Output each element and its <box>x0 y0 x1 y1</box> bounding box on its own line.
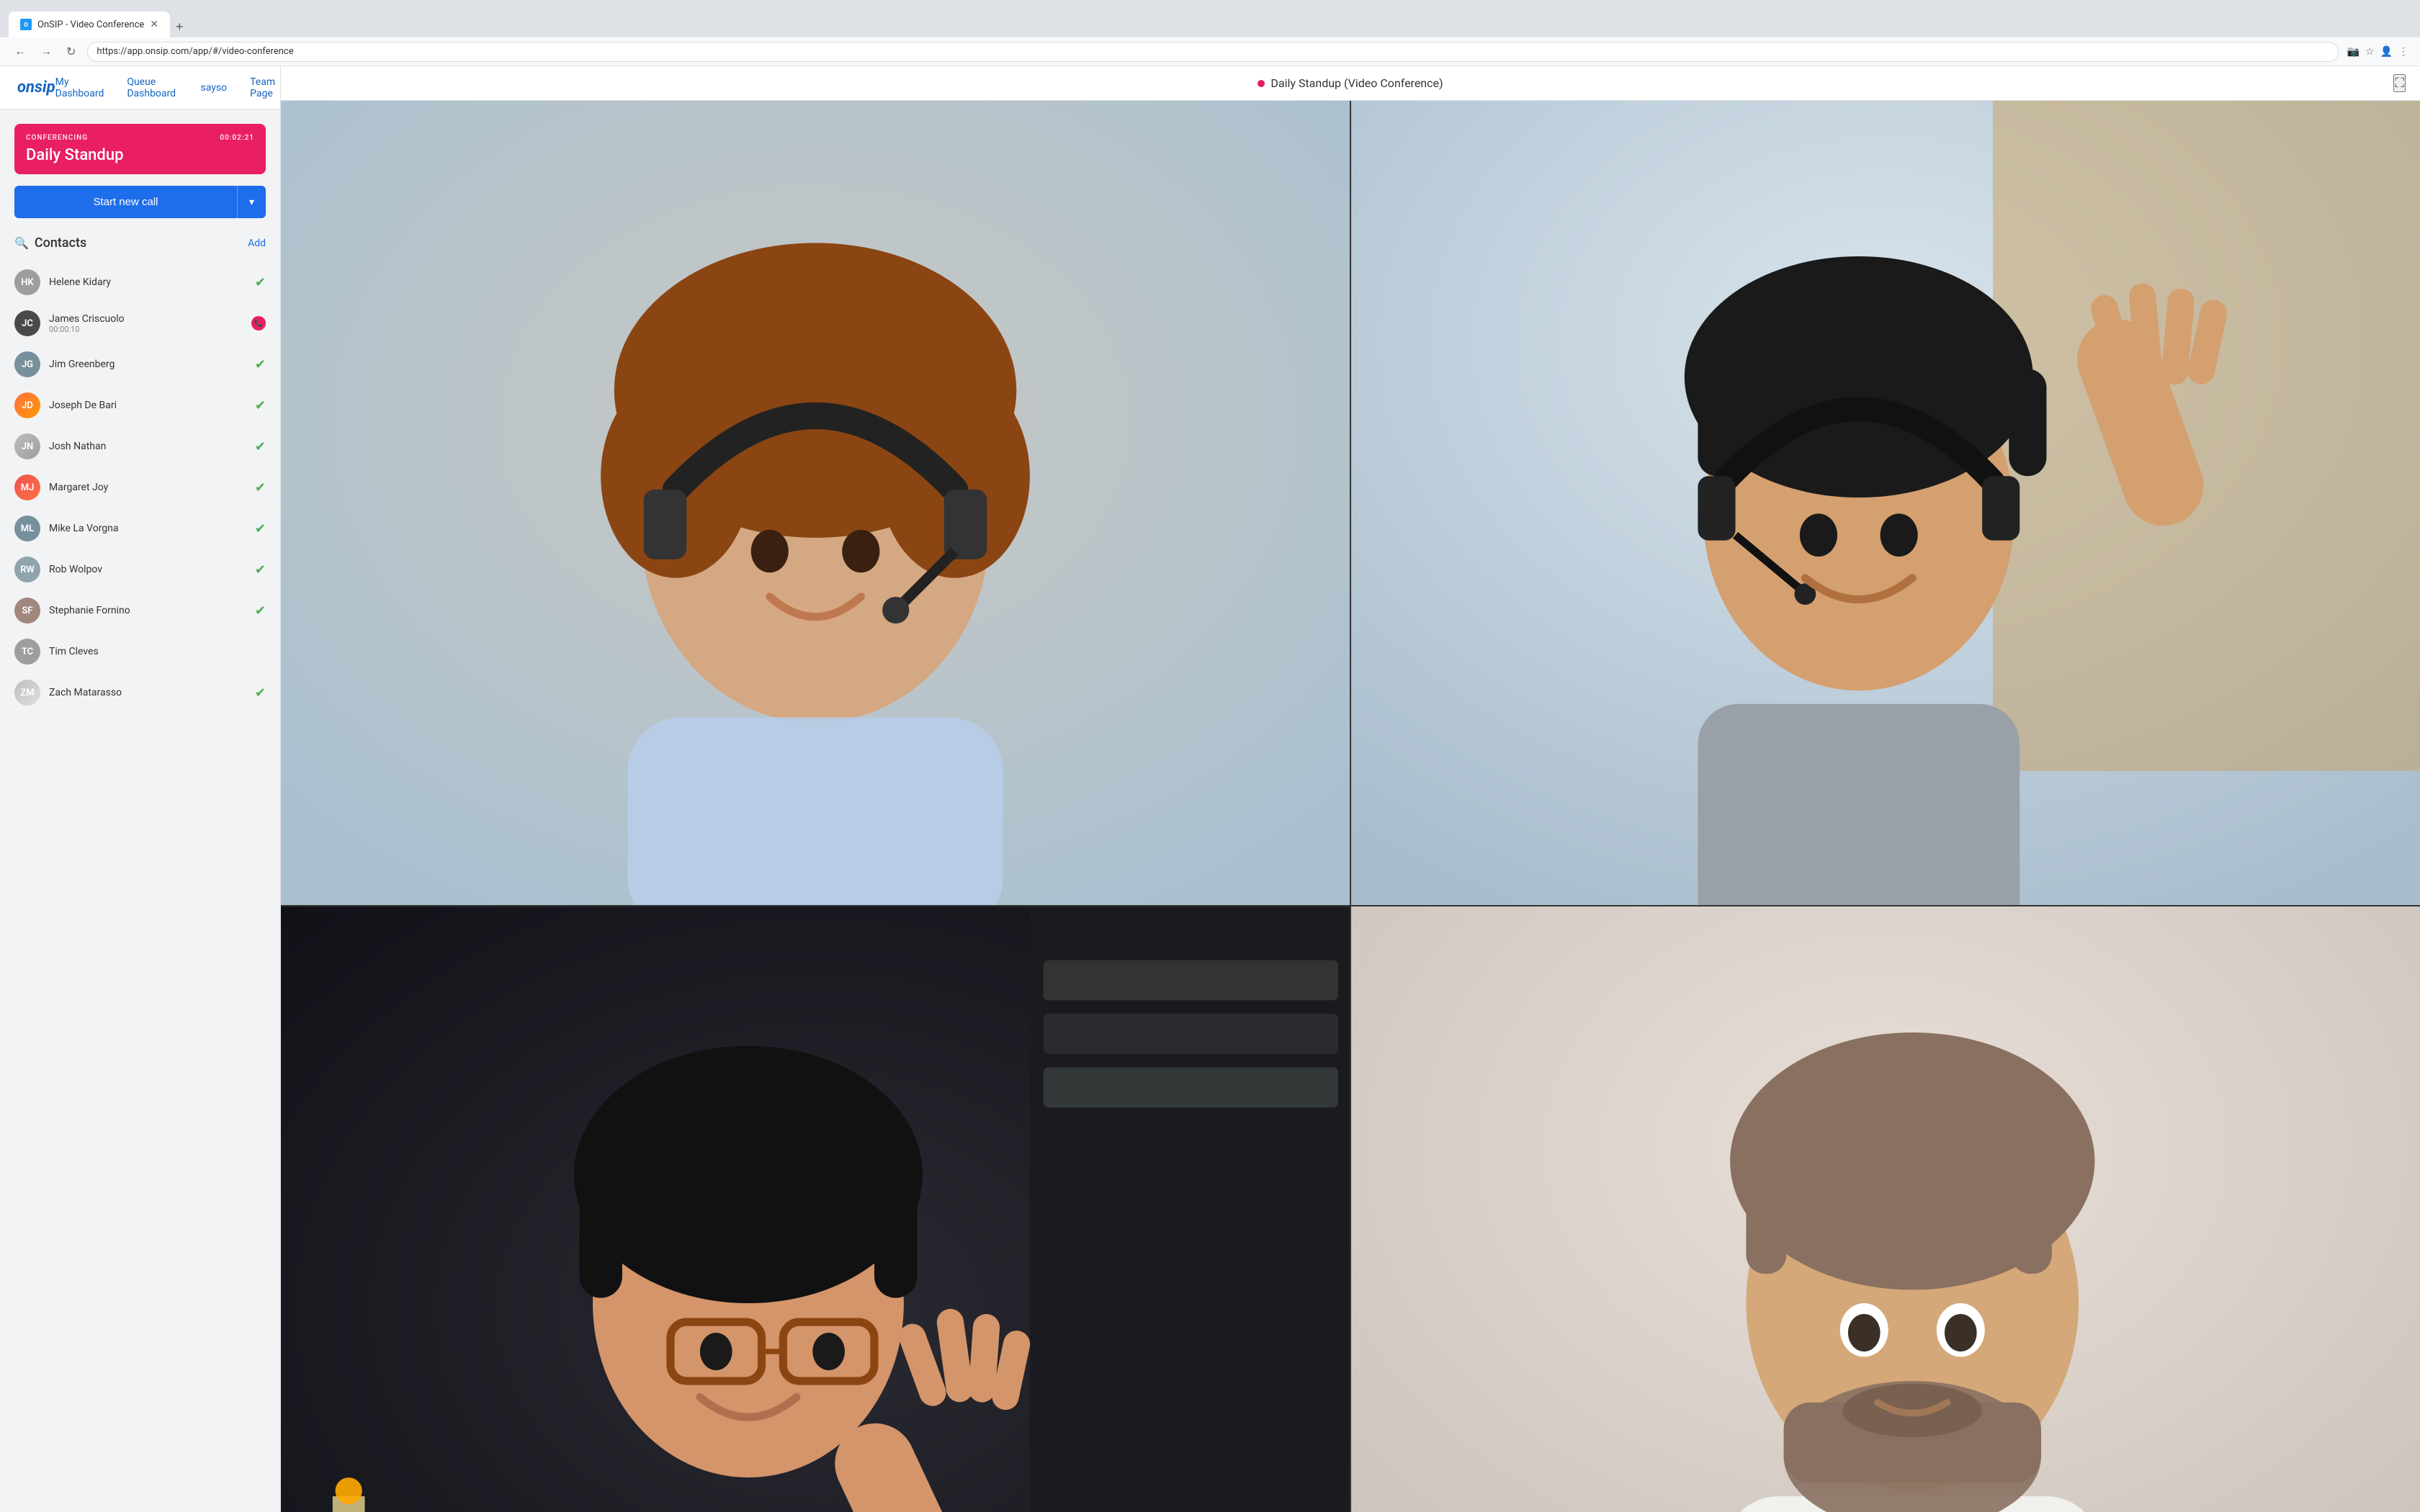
contacts-list: HK Helene Kidary ✔ JC James Criscuolo 00… <box>14 262 266 714</box>
contact-name: Margaret Joy <box>49 482 246 493</box>
add-contact-link[interactable]: Add <box>248 238 266 249</box>
address-bar: ← → ↻ https://app.onsip.com/app/#/video-… <box>0 37 2420 66</box>
video-grid <box>281 101 2420 1512</box>
back-button[interactable]: ← <box>12 42 29 61</box>
live-indicator <box>1258 80 1265 87</box>
contact-item[interactable]: ZM Zach Matarasso ✔ <box>14 672 266 714</box>
fullscreen-button[interactable]: ⛶ <box>2393 74 2406 92</box>
available-badge: ✔ <box>255 480 266 495</box>
avatar: HK <box>14 269 40 295</box>
available-badge: ✔ <box>255 398 266 413</box>
sidebar: onsip My Dashboard Queue Dashboard sayso… <box>0 66 281 1512</box>
conferencing-label: CONFERENCING <box>26 134 88 142</box>
contact-name: Helene Kidary <box>49 276 246 288</box>
contact-name: Zach Matarasso <box>49 687 246 698</box>
contact-item[interactable]: JD Joseph De Bari ✔ <box>14 385 266 426</box>
contacts-title: Contacts <box>35 235 86 251</box>
header-nav: My Dashboard Queue Dashboard sayso Team … <box>55 76 320 99</box>
video-cell-2 <box>1351 101 2420 905</box>
contact-name: Mike La Vorgna <box>49 523 246 534</box>
username-link[interactable]: sayso <box>201 82 228 94</box>
available-badge: ✔ <box>255 521 266 536</box>
avatar: ZM <box>14 680 40 706</box>
start-call-dropdown[interactable]: ▾ <box>237 186 266 218</box>
available-badge: ✔ <box>255 562 266 577</box>
url-bar[interactable]: https://app.onsip.com/app/#/video-confer… <box>87 42 2338 62</box>
vc-header: Daily Standup (Video Conference) ⛶ <box>281 66 2420 101</box>
available-badge: ✔ <box>255 357 266 372</box>
video-cell-3 <box>281 906 1350 1512</box>
contact-item[interactable]: JC James Criscuolo 00:00:10 📞 <box>14 303 266 344</box>
avatar: JG <box>14 351 40 377</box>
conferencing-card: CONFERENCING 00:02:21 Daily Standup <box>14 124 266 174</box>
contact-name: Josh Nathan <box>49 441 246 452</box>
url-text: https://app.onsip.com/app/#/video-confer… <box>97 46 293 57</box>
queue-dashboard-link[interactable]: Queue Dashboard <box>127 76 177 99</box>
contact-status: 00:00:10 <box>49 325 243 334</box>
available-badge: ✔ <box>255 685 266 701</box>
new-tab-button[interactable]: + <box>170 17 189 37</box>
refresh-button[interactable]: ↻ <box>63 42 79 62</box>
my-dashboard-link[interactable]: My Dashboard <box>55 76 104 99</box>
available-badge: ✔ <box>255 439 266 454</box>
avatar: ML <box>14 516 40 541</box>
contact-item[interactable]: MJ Margaret Joy ✔ <box>14 467 266 508</box>
video-cell-1 <box>281 101 1350 905</box>
video-cell-4 <box>1351 906 2420 1512</box>
avatar: RW <box>14 557 40 582</box>
avatar: SF <box>14 598 40 624</box>
contact-name: Joseph De Bari <box>49 400 246 411</box>
profile-icon[interactable]: 👤 <box>2380 46 2393 58</box>
contact-name: Jim Greenberg <box>49 359 246 370</box>
bookmark-icon[interactable]: ☆ <box>2365 46 2375 58</box>
available-badge: ✔ <box>255 275 266 290</box>
tab-favicon: O <box>20 19 32 30</box>
contact-item[interactable]: JN Josh Nathan ✔ <box>14 426 266 467</box>
conference-name: Daily Standup <box>26 146 254 164</box>
contact-name: Rob Wolpov <box>49 564 246 575</box>
available-badge: ✔ <box>255 603 266 618</box>
avatar: TC <box>14 639 40 665</box>
camera-icon: 📷 <box>2347 46 2360 58</box>
forward-button[interactable]: → <box>37 42 55 61</box>
avatar: JD <box>14 392 40 418</box>
contact-item[interactable]: TC Tim Cleves <box>14 631 266 672</box>
tab-title: OnSIP - Video Conference <box>37 19 144 30</box>
sidebar-body: CONFERENCING 00:02:21 Daily Standup Star… <box>0 109 280 1512</box>
contacts-header: 🔍 Contacts Add <box>14 235 266 251</box>
contact-item[interactable]: RW Rob Wolpov ✔ <box>14 549 266 590</box>
contact-name: Tim Cleves <box>49 646 266 657</box>
contact-name: Stephanie Fornino <box>49 605 246 616</box>
conference-title: Daily Standup (Video Conference) <box>1270 76 1443 90</box>
busy-badge: 📞 <box>251 316 266 330</box>
contact-item[interactable]: ML Mike La Vorgna ✔ <box>14 508 266 549</box>
menu-icon[interactable]: ⋮ <box>2398 46 2408 58</box>
active-tab[interactable]: O OnSIP - Video Conference ✕ <box>9 12 170 37</box>
contact-item[interactable]: JG Jim Greenberg ✔ <box>14 344 266 385</box>
contact-item[interactable]: HK Helene Kidary ✔ <box>14 262 266 303</box>
contact-item[interactable]: SF Stephanie Fornino ✔ <box>14 590 266 631</box>
avatar: JC <box>14 310 40 336</box>
onsip-logo: onsip <box>17 78 55 96</box>
call-timer: 00:02:21 <box>220 134 254 142</box>
contact-name: James Criscuolo <box>49 313 243 325</box>
main-content: Daily Standup (Video Conference) ⛶ <box>281 66 2420 1512</box>
avatar: MJ <box>14 474 40 500</box>
start-call-button[interactable]: Start new call <box>14 186 237 218</box>
search-icon[interactable]: 🔍 <box>14 236 29 250</box>
start-call-wrapper: Start new call ▾ <box>14 186 266 218</box>
avatar: JN <box>14 433 40 459</box>
tab-close-btn[interactable]: ✕ <box>150 19 158 30</box>
team-page-link[interactable]: Team Page <box>250 76 282 99</box>
app-header: onsip My Dashboard Queue Dashboard sayso… <box>0 66 280 109</box>
